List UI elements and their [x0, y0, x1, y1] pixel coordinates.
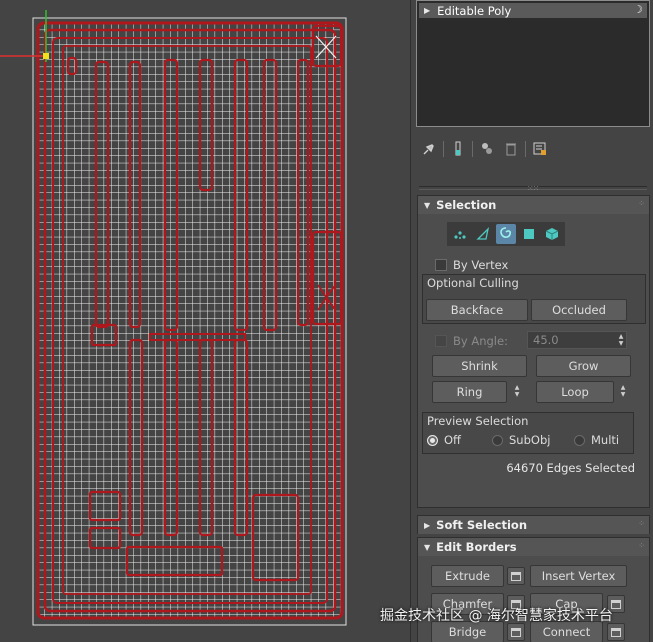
- loop-button[interactable]: Loop: [536, 381, 614, 403]
- pivot-icon: [43, 53, 49, 59]
- by-angle-label: By Angle:: [453, 334, 508, 348]
- extrude-button[interactable]: Extrude: [431, 565, 504, 587]
- by-vertex-checkbox[interactable]: [435, 259, 447, 271]
- expand-arrow-icon[interactable]: ▶: [424, 6, 430, 15]
- radio-dot[interactable]: [574, 434, 585, 446]
- rollout-grip-icon[interactable]: ⁘: [638, 541, 645, 550]
- rollout-grip-icon[interactable]: ⁘: [638, 519, 645, 528]
- soft-selection-rollout: ▶ Soft Selection ⁘: [417, 515, 650, 534]
- by-vertex-row[interactable]: By Vertex: [435, 258, 508, 272]
- backface-button[interactable]: Backface: [426, 299, 528, 321]
- preview-selection-label: Preview Selection: [427, 414, 529, 428]
- modifier-stack-item[interactable]: ▶ Editable Poly ☽: [419, 3, 647, 18]
- grow-button[interactable]: Grow: [536, 355, 631, 377]
- radio-dot[interactable]: [492, 434, 503, 446]
- preview-off-label: Off: [444, 433, 461, 447]
- occluded-button[interactable]: Occluded: [531, 299, 627, 321]
- element-icon[interactable]: [542, 224, 562, 244]
- modifier-stack-toolbar: [419, 138, 554, 160]
- edge-icon[interactable]: [473, 224, 493, 244]
- optional-culling-label: Optional Culling: [427, 276, 519, 290]
- selection-rollout-header[interactable]: ▼ Selection ⁘: [418, 196, 649, 214]
- preview-off-radio[interactable]: Off: [427, 433, 461, 447]
- vertex-icon[interactable]: [450, 224, 470, 244]
- toolbar-separator: [443, 141, 444, 157]
- watermark-text: 掘金技术社区 @ 海尔智慧家技术平台: [380, 608, 613, 624]
- angle-spinner-icon[interactable]: ▲ ▼: [616, 330, 626, 350]
- soft-selection-title: Soft Selection: [436, 518, 528, 532]
- preview-subobj-label: SubObj: [509, 433, 551, 447]
- preview-selection-group: Preview Selection Off SubObj Multi: [422, 412, 634, 454]
- edit-borders-rollout-header[interactable]: ▼ Edit Borders ⁘: [418, 538, 649, 556]
- optional-culling-group: Optional Culling Backface Occluded: [422, 274, 646, 324]
- perspective-viewport[interactable]: [0, 0, 410, 642]
- lightbulb-icon[interactable]: ☽: [633, 3, 643, 16]
- extrude-settings-icon[interactable]: [507, 567, 525, 585]
- edit-borders-title: Edit Borders: [436, 540, 517, 554]
- collapse-arrow-icon[interactable]: ▼: [424, 543, 430, 552]
- polygon-icon[interactable]: [519, 224, 539, 244]
- selection-status: 64670 Edges Selected: [506, 461, 635, 475]
- toolbar-separator: [525, 141, 526, 157]
- toolbar-separator: [472, 141, 473, 157]
- loop-spinner-icon[interactable]: ▲ ▼: [618, 381, 628, 401]
- border-icon[interactable]: [495, 224, 516, 244]
- rollout-grip-icon[interactable]: ⁘: [638, 199, 645, 208]
- shrink-button[interactable]: Shrink: [432, 355, 527, 377]
- preview-subobj-radio[interactable]: SubObj: [492, 433, 550, 447]
- by-angle-row[interactable]: By Angle:: [435, 334, 508, 348]
- show-end-result-icon[interactable]: [448, 139, 468, 159]
- selection-title: Selection: [436, 198, 497, 212]
- modifier-stack-label: Editable Poly: [437, 3, 512, 18]
- radio-dot[interactable]: [427, 434, 438, 446]
- ring-spinner-icon[interactable]: ▲ ▼: [512, 381, 522, 401]
- pin-stack-icon[interactable]: [419, 139, 439, 159]
- by-angle-checkbox[interactable]: [435, 335, 447, 347]
- ring-button[interactable]: Ring: [432, 381, 507, 403]
- selection-rollout: ▼ Selection ⁘ By Vertex Optional Culling…: [417, 195, 650, 508]
- make-unique-icon[interactable]: [477, 139, 497, 159]
- divider-grip-icon[interactable]: ⁙⁙: [527, 184, 539, 193]
- wireframe-mesh: [0, 10, 347, 626]
- configure-sets-icon[interactable]: [530, 139, 550, 159]
- by-vertex-label: By Vertex: [453, 258, 509, 272]
- modifier-stack-list[interactable]: ▶ Editable Poly ☽: [416, 0, 650, 127]
- remove-modifier-icon[interactable]: [501, 139, 521, 159]
- preview-multi-radio[interactable]: Multi: [574, 433, 619, 447]
- insert-vertex-button[interactable]: Insert Vertex: [530, 565, 627, 587]
- subobject-mode-bar: [447, 222, 565, 246]
- angle-input[interactable]: 45.0: [527, 331, 627, 349]
- command-panel: ▶ Editable Poly ☽ ⁙⁙ ▼ Selection ⁘ By Ve…: [410, 0, 653, 642]
- mesh-body: [36, 21, 344, 620]
- collapse-arrow-icon[interactable]: ▼: [424, 201, 430, 210]
- expand-arrow-icon[interactable]: ▶: [424, 521, 430, 530]
- preview-multi-label: Multi: [591, 433, 620, 447]
- soft-selection-rollout-header[interactable]: ▶ Soft Selection ⁘: [418, 516, 649, 534]
